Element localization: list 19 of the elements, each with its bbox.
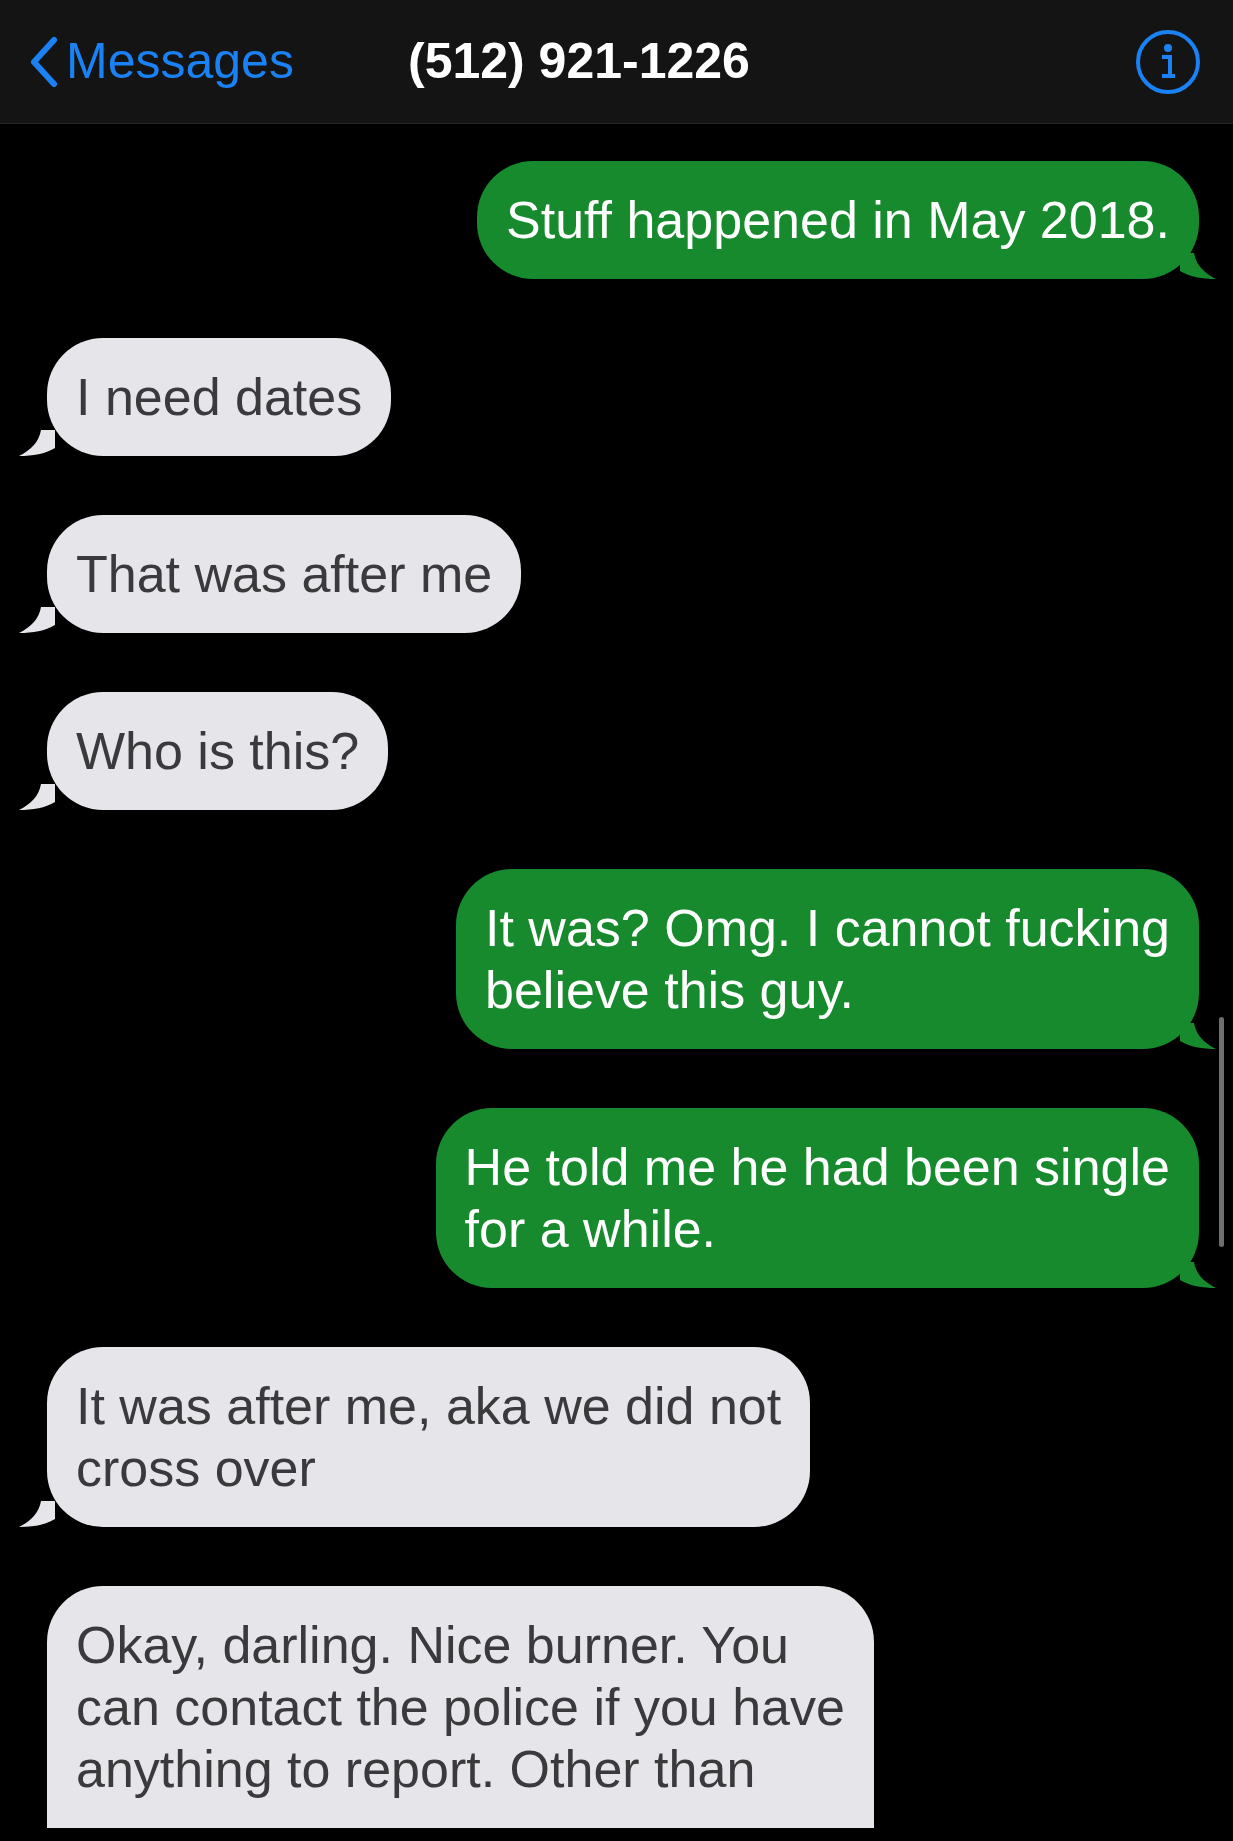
message-bubble: That was after me — [47, 515, 522, 633]
message-bubble: It was? Omg. I cannot fucking believe this guy. — [456, 869, 1199, 1049]
info-button[interactable] — [1135, 28, 1201, 95]
bubble-tail-icon — [19, 607, 55, 633]
bubble-tail-icon — [1180, 253, 1216, 279]
message-bubble: Who is this? — [47, 692, 389, 810]
message-bubble: He told me he had been single for a while. — [435, 1108, 1199, 1288]
chevron-left-icon — [28, 35, 58, 88]
message-bubble: Stuff happened in May 2018. — [477, 161, 1199, 279]
message-bubble: I need dates — [47, 338, 392, 456]
back-button[interactable]: Messages — [28, 24, 408, 99]
bubble-tail-icon — [19, 1501, 55, 1527]
message-bubble: It was after me, aka we did not cross over — [47, 1347, 811, 1527]
bubble-tail-icon — [1180, 1023, 1216, 1049]
contact-title: (512) 921-1226 — [408, 33, 750, 89]
message-bubble: Okay, darling. Nice burner. You can contact the police if you have anything to report. Other than — [47, 1586, 874, 1828]
bubble-tail-icon — [19, 784, 55, 810]
bubble-tail-icon — [1180, 1262, 1216, 1288]
bubble-tail-icon — [19, 430, 55, 456]
